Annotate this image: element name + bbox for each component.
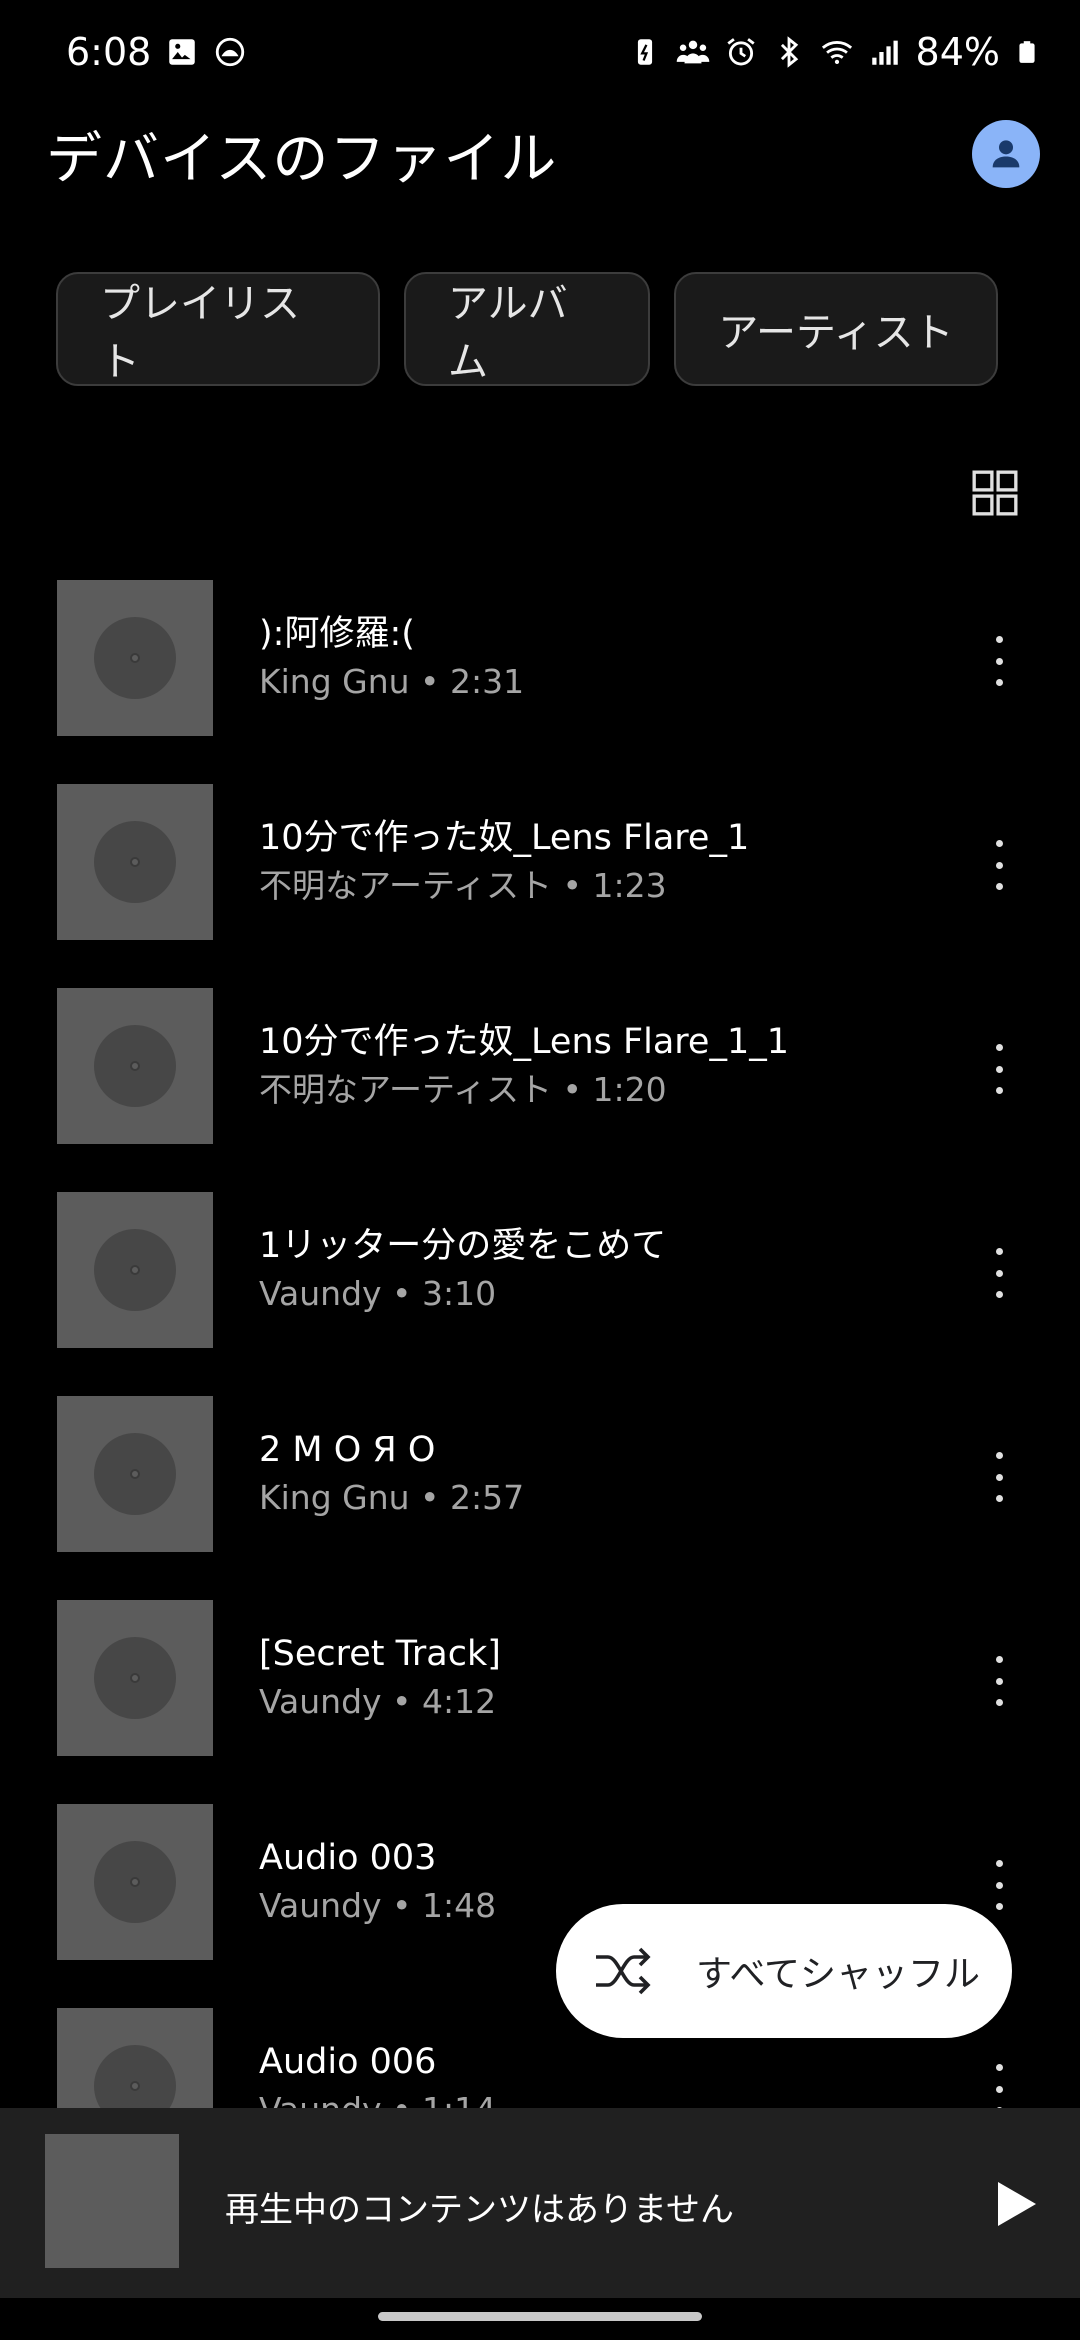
more-options-icon[interactable]	[976, 1656, 1022, 1706]
song-title: 10分で作った奴_Lens Flare_1	[259, 818, 750, 858]
account-icon	[992, 140, 1020, 168]
people-icon	[676, 40, 709, 64]
chip-artists[interactable]: アーティスト	[674, 272, 998, 386]
status-time: 6:08	[66, 30, 152, 74]
disc-icon	[94, 1433, 176, 1515]
song-row[interactable]: 10分で作った奴_Lens Flare_1_1 不明なアーティスト • 1:20	[0, 988, 1080, 1148]
album-art-placeholder	[57, 1600, 213, 1756]
song-subtitle: King Gnu • 2:57	[259, 1478, 525, 1517]
song-row[interactable]: ):阿修羅:( King Gnu • 2:31	[0, 580, 1080, 740]
song-title: 2 M O Я O	[259, 1430, 436, 1470]
account-avatar-button[interactable]	[972, 120, 1040, 188]
disc-icon	[94, 1637, 176, 1719]
song-row[interactable]: 2 M O Я O King Gnu • 2:57	[0, 1396, 1080, 1556]
play-icon[interactable]	[994, 2180, 1038, 2228]
mini-player[interactable]: 再生中のコンテンツはありません	[0, 2108, 1080, 2298]
bluetooth-icon	[780, 36, 798, 68]
song-title: [Secret Track]	[259, 1634, 501, 1674]
song-subtitle: King Gnu • 2:31	[259, 662, 525, 701]
ghost-icon	[216, 37, 245, 67]
shuffle-all-button[interactable]: すべてシャッフル	[556, 1904, 1012, 2038]
disc-icon	[94, 1841, 176, 1923]
album-art-placeholder	[57, 1192, 213, 1348]
more-options-icon[interactable]	[976, 840, 1022, 890]
song-subtitle: Vaundy • 3:10	[259, 1274, 497, 1313]
song-row[interactable]: 1リッター分の愛をこめて Vaundy • 3:10	[0, 1192, 1080, 1352]
category-chips: プレイリスト アルバム アーティスト	[56, 272, 998, 386]
wifi-icon	[821, 41, 852, 65]
album-art-placeholder	[57, 784, 213, 940]
song-title: 1リッター分の愛をこめて	[259, 1226, 667, 1266]
song-title: Audio 006	[259, 2042, 437, 2082]
more-options-icon[interactable]	[976, 1044, 1022, 1094]
home-indicator[interactable]	[378, 2312, 702, 2321]
song-row[interactable]: 10分で作った奴_Lens Flare_1 不明なアーティスト • 1:23	[0, 784, 1080, 944]
song-row[interactable]: [Secret Track] Vaundy • 4:12	[0, 1600, 1080, 1760]
grid-view-icon[interactable]	[970, 468, 1020, 518]
battery-percent: 84%	[915, 30, 1000, 74]
now-playing-text: 再生中のコンテンツはありません	[225, 2190, 734, 2230]
album-art-placeholder	[57, 1804, 213, 1960]
disc-icon	[94, 617, 176, 699]
more-options-icon[interactable]	[976, 2064, 1022, 2114]
signal-icon	[871, 40, 898, 65]
song-subtitle: Vaundy • 4:12	[259, 1682, 497, 1721]
battery-icon	[1019, 41, 1035, 63]
more-options-icon[interactable]	[976, 636, 1022, 686]
shuffle-all-label: すべてシャッフル	[696, 1954, 981, 1995]
disc-icon	[94, 1025, 176, 1107]
song-title: ):阿修羅:(	[259, 614, 415, 654]
more-options-icon[interactable]	[976, 1860, 1022, 1910]
album-art-placeholder	[57, 1396, 213, 1552]
battery-saver-icon	[637, 39, 652, 65]
chip-playlists[interactable]: プレイリスト	[56, 272, 380, 386]
app-header: デバイスのファイル	[0, 104, 1080, 204]
disc-icon	[94, 1229, 176, 1311]
status-bar: 6:08 84%	[0, 0, 1080, 104]
album-art-placeholder	[57, 580, 213, 736]
song-subtitle: 不明なアーティスト • 1:20	[259, 1070, 667, 1109]
more-options-icon[interactable]	[976, 1248, 1022, 1298]
song-title: 10分で作った奴_Lens Flare_1_1	[259, 1022, 789, 1062]
now-playing-art	[45, 2134, 179, 2268]
song-title: Audio 003	[259, 1838, 437, 1878]
disc-icon	[94, 821, 176, 903]
song-subtitle: 不明なアーティスト • 1:23	[259, 866, 667, 905]
shuffle-icon	[596, 1947, 651, 1995]
alarm-icon	[726, 38, 755, 66]
song-subtitle: Vaundy • 1:48	[259, 1886, 497, 1925]
more-options-icon[interactable]	[976, 1452, 1022, 1502]
album-art-placeholder	[57, 988, 213, 1144]
page-title: デバイスのファイル	[46, 126, 558, 192]
chip-albums[interactable]: アルバム	[404, 272, 650, 386]
image-icon	[169, 39, 196, 65]
